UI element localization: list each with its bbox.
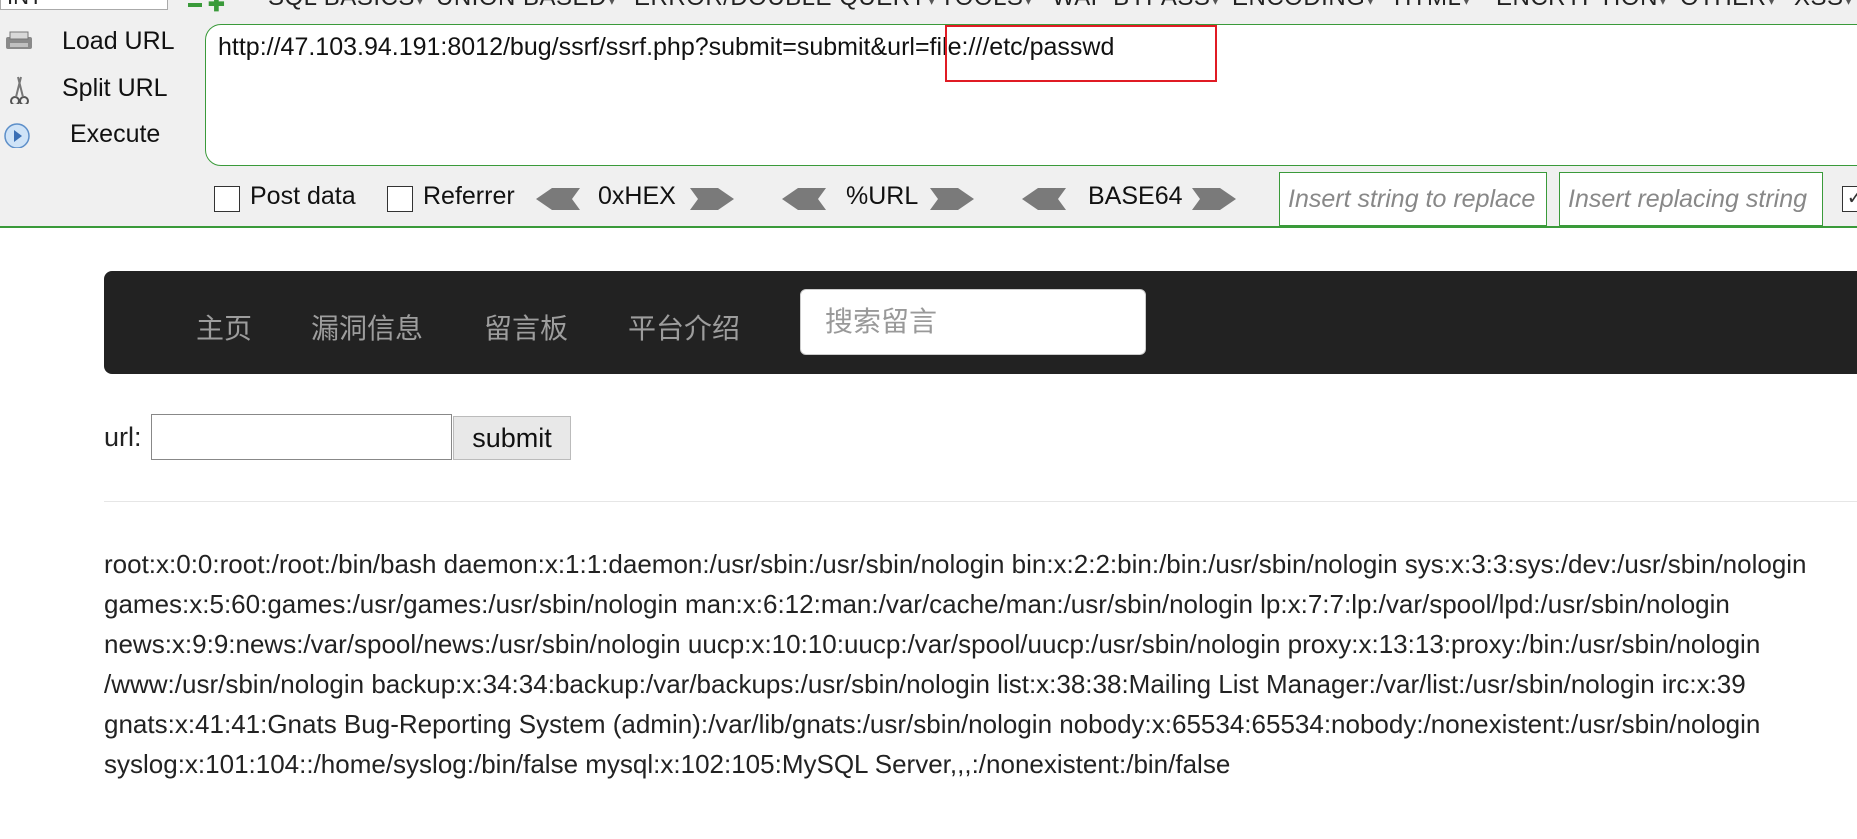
minus-icon[interactable] <box>188 2 202 7</box>
url-field[interactable] <box>151 414 452 460</box>
hex-encode-arrow-icon[interactable] <box>690 186 734 212</box>
output-line: /www:/usr/sbin/nologin backup:x:34:34:ba… <box>104 669 1746 699</box>
referrer-checkbox[interactable] <box>387 186 413 212</box>
output-line: games:x:5:60:games:/usr/games:/usr/sbin/… <box>104 589 1730 619</box>
scissors-icon <box>10 76 29 104</box>
menu-sql-basics[interactable]: SQL BASICS <box>268 0 423 12</box>
hackbar-int-select[interactable]: INT <box>0 0 168 10</box>
hex-decode-arrow-icon[interactable] <box>536 186 580 212</box>
split-url-label: Split URL <box>62 74 168 102</box>
split-url-button[interactable]: Split URL <box>0 68 200 108</box>
menu-encoding[interactable]: ENCODING <box>1232 0 1374 12</box>
replace-checkbox[interactable]: ✓ <box>1842 186 1857 212</box>
hackbar-toolbar: INT ✚ SQL BASICS UNION BASED ERROR/DOUBL… <box>0 0 1857 228</box>
url-field-label: url: <box>104 422 142 452</box>
plus-icon[interactable]: ✚ <box>208 0 225 17</box>
execute-label: Execute <box>70 120 161 148</box>
menu-error-double-query[interactable]: ERROR/DOUBLE QUERY <box>634 0 935 12</box>
base64-decode-arrow-icon[interactable] <box>1022 186 1066 212</box>
post-data-label: Post data <box>250 182 356 210</box>
hex-label: 0xHEX <box>598 182 676 210</box>
menu-html[interactable]: HTML <box>1394 0 1470 12</box>
nav-message-board[interactable]: 留言板 <box>484 307 568 347</box>
replace-string-input[interactable]: Insert string to replace <box>1279 172 1547 226</box>
referrer-label: Referrer <box>423 182 515 210</box>
search-messages-input[interactable]: 搜索留言 <box>800 289 1146 355</box>
execute-button[interactable]: Execute <box>0 114 200 154</box>
url-encode-arrow-icon[interactable] <box>930 186 974 212</box>
menu-encryption[interactable]: ENCRYPTION <box>1496 0 1666 12</box>
replacing-string-input[interactable]: Insert replacing string <box>1559 172 1823 226</box>
output-line: news:x:9:9:news:/var/spool/news:/usr/sbi… <box>104 629 1761 659</box>
menu-xss[interactable]: XSS <box>1794 0 1852 12</box>
output-line: gnats:x:41:41:Gnats Bug-Reporting System… <box>104 709 1761 739</box>
percent-url-label: %URL <box>846 182 919 210</box>
nav-home[interactable]: 主页 <box>196 307 252 347</box>
output-line: syslog:x:101:104::/home/syslog:/bin/fals… <box>104 749 1231 779</box>
post-data-checkbox[interactable] <box>214 186 240 212</box>
passwd-output: root:x:0:0:root:/root:/bin/bash daemon:x… <box>104 544 1857 784</box>
nav-platform-intro[interactable]: 平台介绍 <box>628 307 740 347</box>
load-url-label: Load URL <box>62 27 175 55</box>
nav-vulnerability-info[interactable]: 漏洞信息 <box>311 307 423 347</box>
hackbar-menu-icons: ✚ <box>188 0 225 18</box>
divider <box>104 501 1857 502</box>
base64-label: BASE64 <box>1088 182 1183 210</box>
url-decode-arrow-icon[interactable] <box>782 186 826 212</box>
hackbar-menu-strip: INT ✚ SQL BASICS UNION BASED ERROR/DOUBL… <box>0 0 1857 16</box>
output-line: root:x:0:0:root:/root:/bin/bash daemon:x… <box>104 549 1807 579</box>
menu-other[interactable]: OTHER <box>1680 0 1775 12</box>
menu-waf-bypass[interactable]: WAF BYPASS <box>1052 0 1219 12</box>
load-url-icon <box>6 31 32 49</box>
menu-tools[interactable]: TOOLS <box>940 0 1032 12</box>
submit-button[interactable]: submit <box>453 416 571 460</box>
base64-encode-arrow-icon[interactable] <box>1192 186 1236 212</box>
play-icon <box>4 123 30 148</box>
site-navbar: 主页 漏洞信息 留言板 平台介绍 搜索留言 <box>104 271 1857 374</box>
url-highlight-box <box>945 25 1217 82</box>
menu-union-based[interactable]: UNION BASED <box>436 0 615 12</box>
load-url-button[interactable]: Load URL <box>0 21 200 61</box>
